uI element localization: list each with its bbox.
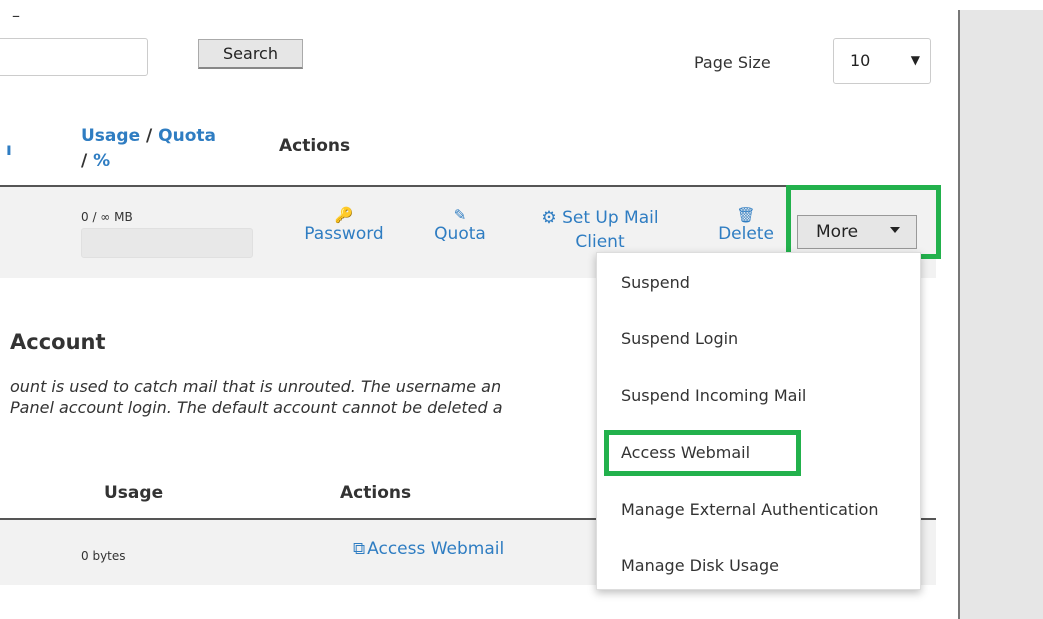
page-size-label: Page Size xyxy=(694,53,771,72)
column-header-usage: Usage xyxy=(104,483,164,503)
access-webmail-highlight xyxy=(604,430,801,476)
quota-sort-link[interactable]: Quota xyxy=(158,126,216,146)
pencil-icon: ✎ xyxy=(453,206,467,224)
caret-down-icon xyxy=(890,227,900,233)
search-input[interactable] xyxy=(0,38,148,76)
usage-sort-link[interactable]: Usage xyxy=(81,126,140,146)
trash-icon: 🗑 xyxy=(736,206,756,224)
more-button[interactable]: More xyxy=(797,215,917,249)
percent-sort-link[interactable]: % xyxy=(93,151,110,171)
top-dash: – xyxy=(12,6,20,25)
more-dropdown-menu: Suspend Suspend Login Suspend Incoming M… xyxy=(596,252,921,590)
page-size-value: 10 xyxy=(850,51,871,70)
setup-label-line2: Client xyxy=(575,232,625,252)
column-header-partial[interactable]: ı xyxy=(6,140,12,160)
column-header-actions: Actions xyxy=(279,136,351,156)
gear-icon: ⚙ xyxy=(541,208,557,228)
quota-action[interactable]: ✎ Quota xyxy=(428,206,492,244)
usage-value: 0 bytes xyxy=(81,549,126,563)
column-header-usage-quota[interactable]: Usage / Quota / % xyxy=(81,124,216,174)
section-description-line2: Panel account login. The default account… xyxy=(10,398,503,417)
menu-item-suspend-login[interactable]: Suspend Login xyxy=(621,329,738,348)
access-webmail-label: Access Webmail xyxy=(367,539,505,559)
password-action[interactable]: 🔑 Password xyxy=(297,206,391,244)
column-header-actions: Actions xyxy=(340,483,412,503)
menu-item-suspend-incoming-mail[interactable]: Suspend Incoming Mail xyxy=(621,386,806,405)
key-icon: 🔑 xyxy=(334,206,354,224)
usage-progress-bar xyxy=(81,228,253,258)
page-size-select[interactable]: 10 ▼ xyxy=(833,38,931,84)
setup-mail-client-action[interactable]: ⚙ Set Up Mail Client xyxy=(530,206,670,254)
setup-label-line1: Set Up Mail xyxy=(562,208,659,228)
more-label: More xyxy=(816,222,859,242)
access-webmail-link[interactable]: ⧉ Access Webmail xyxy=(353,539,504,559)
section-title: Account xyxy=(10,330,106,354)
menu-item-manage-external-authentication[interactable]: Manage External Authentication xyxy=(621,500,879,519)
delete-action[interactable]: 🗑 Delete xyxy=(712,206,780,244)
separator-slash: / xyxy=(140,126,159,146)
usage-text: 0 / ∞ MB xyxy=(81,210,133,224)
menu-item-suspend[interactable]: Suspend xyxy=(621,273,690,292)
section-description-line1: ount is used to catch mail that is unrou… xyxy=(10,377,502,396)
separator-slash: / xyxy=(81,151,94,171)
quota-label: Quota xyxy=(434,224,486,244)
menu-item-manage-disk-usage[interactable]: Manage Disk Usage xyxy=(621,556,779,575)
external-link-icon: ⧉ xyxy=(353,539,366,559)
delete-label: Delete xyxy=(718,224,774,244)
dropdown-arrow-icon: ▼ xyxy=(910,53,920,67)
right-side-panel xyxy=(958,10,1043,619)
password-label: Password xyxy=(304,224,384,244)
search-button[interactable]: Search xyxy=(198,39,303,69)
